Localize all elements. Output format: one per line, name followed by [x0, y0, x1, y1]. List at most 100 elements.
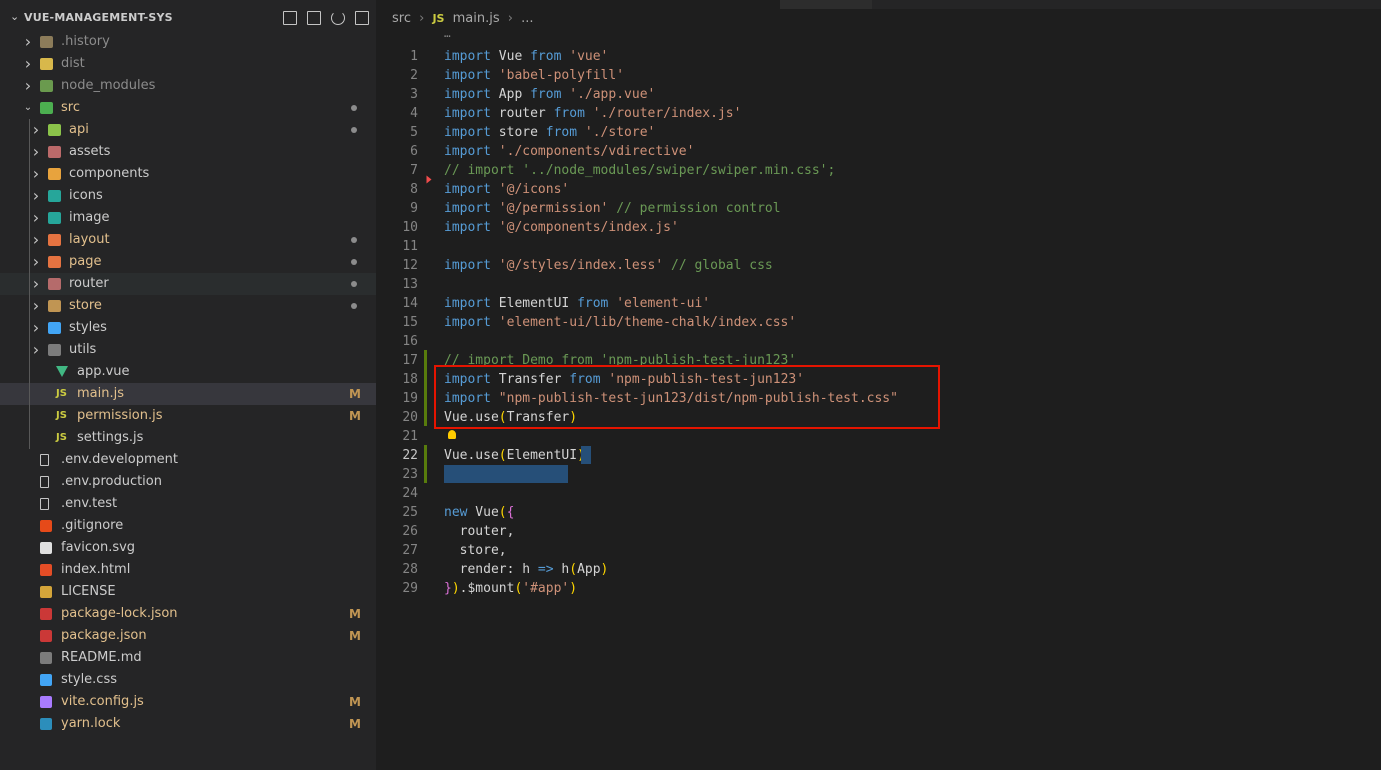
chevron-right-icon[interactable]: ›: [22, 53, 34, 75]
tree-item-label: utils: [69, 342, 97, 357]
tree-item-icons[interactable]: › icons: [0, 185, 376, 207]
tree-item-permission-js[interactable]: JS permission.js M: [0, 405, 376, 427]
new-folder-icon[interactable]: [307, 11, 321, 25]
tree-item-package-lock-json[interactable]: package-lock.json M: [0, 603, 376, 625]
code-line[interactable]: 14 import ElementUI from 'element-ui': [376, 294, 1381, 313]
code-line[interactable]: 8 import '@/icons': [376, 180, 1381, 199]
chevron-right-icon[interactable]: ›: [30, 229, 42, 251]
file-tree: › .history › dist › node_modules ⌄ src › api › asse…: [0, 31, 376, 735]
tree-item-label: assets: [69, 144, 111, 159]
chevron-right-icon[interactable]: ›: [22, 75, 34, 97]
code-line[interactable]: 25 new Vue({: [376, 503, 1381, 522]
code-line[interactable]: 2 import 'babel-polyfill': [376, 66, 1381, 85]
code-token: '@/icons': [498, 182, 570, 197]
code-token: Vue: [467, 505, 499, 520]
code-line[interactable]: 16: [376, 332, 1381, 351]
breadcrumb-file[interactable]: main.js: [453, 11, 500, 26]
tree-item-yarn-lock[interactable]: yarn.lock M: [0, 713, 376, 735]
line-number: 21: [402, 429, 418, 444]
chevron-right-icon[interactable]: ›: [30, 163, 42, 185]
tree-item-assets[interactable]: › assets: [0, 141, 376, 163]
chevron-down-icon[interactable]: ⌄: [10, 10, 19, 23]
code-line[interactable]: 27 store,: [376, 541, 1381, 560]
tree-item-router[interactable]: › router: [0, 273, 376, 295]
code-line[interactable]: 4 import router from './router/index.js': [376, 104, 1381, 123]
tree-item-components[interactable]: › components: [0, 163, 376, 185]
tree-item-settings-js[interactable]: JS settings.js: [0, 427, 376, 449]
chevron-down-icon[interactable]: ⌄: [22, 97, 34, 119]
refresh-icon[interactable]: [331, 11, 345, 25]
code-line[interactable]: 5 import store from './store': [376, 123, 1381, 142]
code-line[interactable]: 7 // import '../node_modules/swiper/swipe…: [376, 161, 1381, 180]
tree-item-env-test[interactable]: .env.test: [0, 493, 376, 515]
code-token: import: [444, 106, 491, 121]
code-token: import: [444, 220, 491, 235]
chevron-right-icon[interactable]: ›: [30, 273, 42, 295]
breadcrumb-more[interactable]: ...: [521, 11, 533, 26]
code-line[interactable]: 21: [376, 427, 1381, 446]
code-line[interactable]: 24: [376, 484, 1381, 503]
code-line[interactable]: 26 router,: [376, 522, 1381, 541]
code-token: './router/index.js': [592, 106, 742, 121]
tree-item-license[interactable]: LICENSE: [0, 581, 376, 603]
tree-item-layout[interactable]: › layout: [0, 229, 376, 251]
code-line[interactable]: 3 import App from './app.vue': [376, 85, 1381, 104]
chevron-right-icon[interactable]: ›: [30, 317, 42, 339]
chevron-right-icon[interactable]: ›: [30, 207, 42, 229]
tree-item-store[interactable]: › store: [0, 295, 376, 317]
tree-item-label: index.html: [61, 562, 131, 577]
tree-item-image[interactable]: › image: [0, 207, 376, 229]
code-line[interactable]: 6 import './components/vdirective': [376, 142, 1381, 161]
chevron-right-icon[interactable]: ›: [30, 185, 42, 207]
breadcrumb-folder[interactable]: src: [392, 11, 411, 26]
tree-item-api[interactable]: › api: [0, 119, 376, 141]
folder-icon: [48, 146, 61, 158]
chevron-right-icon[interactable]: ›: [30, 295, 42, 317]
code-token: Vue.use: [444, 448, 499, 463]
line-number: 2: [410, 68, 418, 83]
tree-item-index-html[interactable]: index.html: [0, 559, 376, 581]
tree-item-package-json[interactable]: package.json M: [0, 625, 376, 647]
code-token: App: [577, 562, 601, 577]
code-line[interactable]: 22 Vue.use(ElementUI): [376, 446, 1381, 465]
tree-item-utils[interactable]: › utils: [0, 339, 376, 361]
tree-item-label: settings.js: [77, 430, 144, 445]
code-editor[interactable]: 1 import Vue from 'vue' 2 import 'babel-pol…: [376, 47, 1381, 598]
tree-item-app-vue[interactable]: app.vue: [0, 361, 376, 383]
tree-item-vite-config-js[interactable]: vite.config.js M: [0, 691, 376, 713]
tree-item-label: node_modules: [61, 78, 156, 93]
collapse-all-icon[interactable]: [355, 11, 369, 25]
tree-item-env-development[interactable]: .env.development: [0, 449, 376, 471]
tree-item-gitignore[interactable]: .gitignore: [0, 515, 376, 537]
tree-item-main-js[interactable]: JS main.js M: [0, 383, 376, 405]
tree-item-src[interactable]: ⌄ src: [0, 97, 376, 119]
code-line[interactable]: 10 import '@/components/index.js': [376, 218, 1381, 237]
chevron-right-icon[interactable]: ›: [22, 31, 34, 53]
chevron-right-icon[interactable]: ›: [30, 119, 42, 141]
chevron-right-icon[interactable]: ›: [30, 339, 42, 361]
tree-item-readme-md[interactable]: README.md: [0, 647, 376, 669]
tree-item-history[interactable]: › .history: [0, 31, 376, 53]
new-file-icon[interactable]: [283, 11, 297, 25]
tree-item-favicon-svg[interactable]: favicon.svg: [0, 537, 376, 559]
code-line[interactable]: 13: [376, 275, 1381, 294]
tree-item-node-modules[interactable]: › node_modules: [0, 75, 376, 97]
code-text: store,: [444, 541, 507, 560]
tree-item-styles[interactable]: › styles: [0, 317, 376, 339]
code-line[interactable]: 9 import '@/permission' // permission con…: [376, 199, 1381, 218]
tree-item-page[interactable]: › page: [0, 251, 376, 273]
tree-item-dist[interactable]: › dist: [0, 53, 376, 75]
chevron-right-icon[interactable]: ›: [30, 251, 42, 273]
explorer-header[interactable]: ⌄ VUE-MANAGEMENT-SYS: [0, 0, 376, 29]
code-line[interactable]: 11: [376, 237, 1381, 256]
code-line[interactable]: 1 import Vue from 'vue': [376, 47, 1381, 66]
tree-item-style-css[interactable]: style.css: [0, 669, 376, 691]
code-line[interactable]: 15 import 'element-ui/lib/theme-chalk/ind…: [376, 313, 1381, 332]
code-line[interactable]: 29}).$mount('#app'): [376, 579, 1381, 598]
code-line[interactable]: 28 render: h => h(App): [376, 560, 1381, 579]
code-line[interactable]: 12 import '@/styles/index.less' // global…: [376, 256, 1381, 275]
lightbulb-icon[interactable]: [448, 430, 456, 439]
chevron-right-icon[interactable]: ›: [30, 141, 42, 163]
tree-item-env-production[interactable]: .env.production: [0, 471, 376, 493]
breakpoint-marker-icon: [426, 175, 432, 184]
